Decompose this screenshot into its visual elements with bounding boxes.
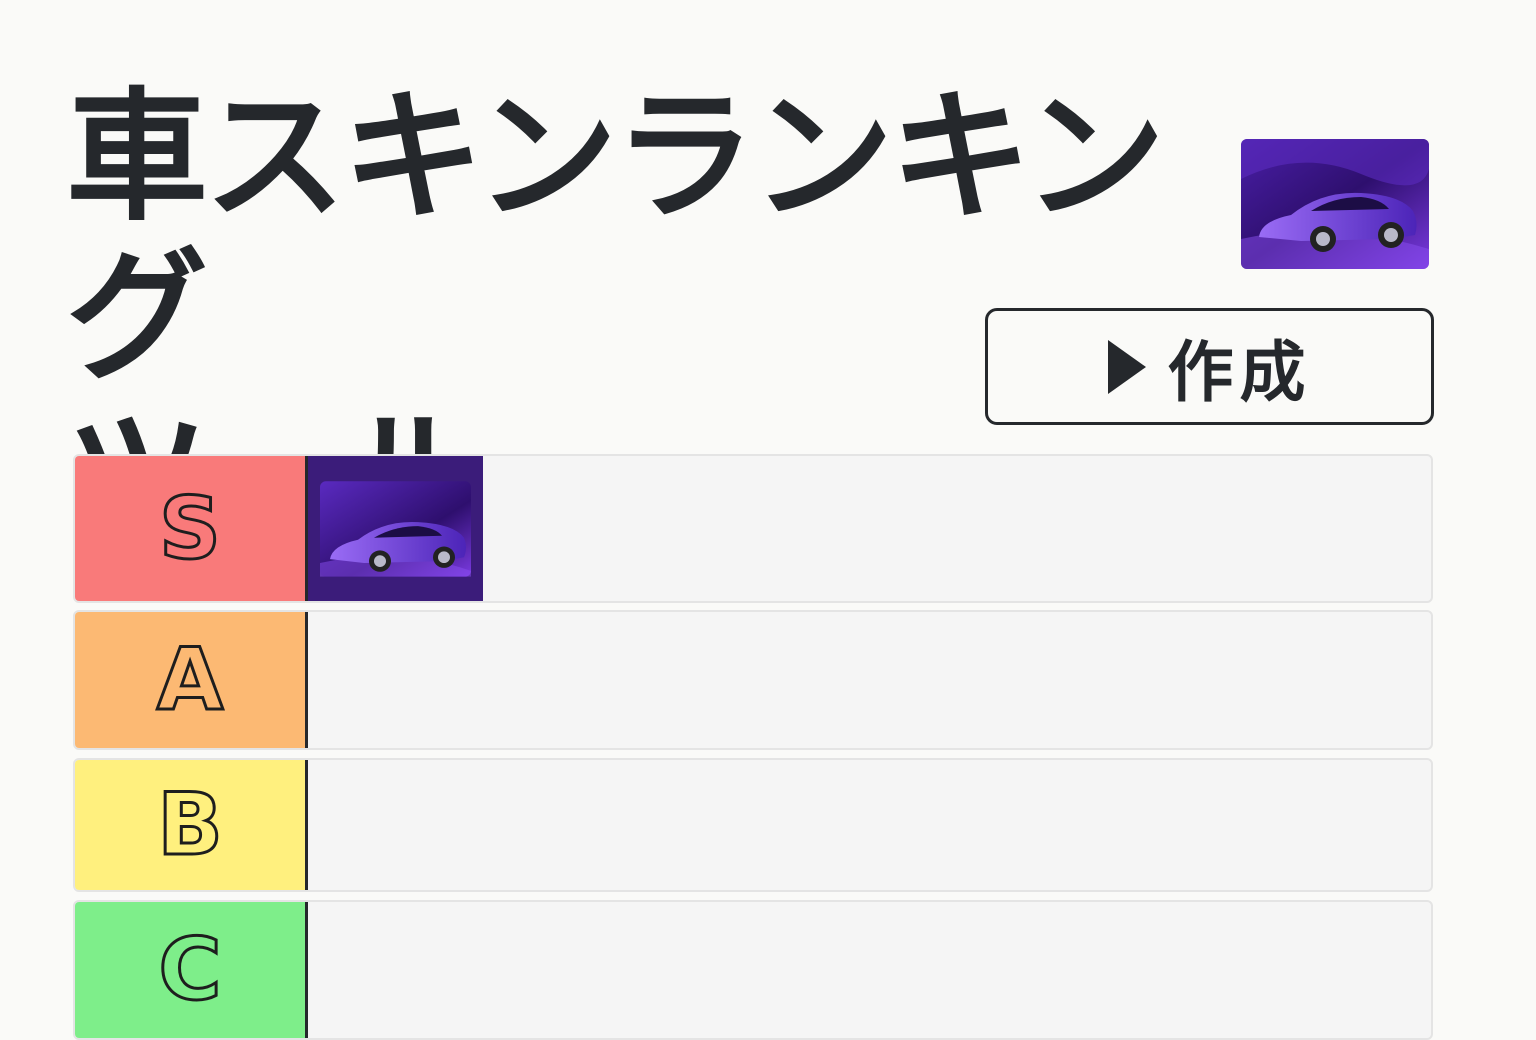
tier-items-s[interactable]	[308, 456, 1431, 601]
tier-label-s[interactable]: S	[75, 456, 308, 601]
tier-row-a: A	[73, 610, 1433, 750]
car-skin-image	[1241, 139, 1429, 269]
tier-items-a[interactable]	[308, 612, 1431, 748]
play-icon	[1107, 339, 1146, 394]
car-skin-item[interactable]	[308, 456, 483, 601]
tier-items-c[interactable]	[308, 902, 1431, 1038]
create-button-label: 作成	[1167, 333, 1312, 411]
tier-row-s: S	[73, 454, 1433, 603]
tier-items-b[interactable]	[308, 760, 1431, 890]
create-button[interactable]: 作成	[985, 308, 1434, 425]
tier-label-b[interactable]: B	[75, 760, 308, 890]
car-skin-image	[308, 456, 483, 601]
tier-row-c: C	[73, 900, 1433, 1040]
tier-row-b: B	[73, 758, 1433, 892]
tier-label-a[interactable]: A	[75, 612, 308, 748]
car-skin-thumbnail[interactable]	[1241, 139, 1429, 269]
tier-label-c[interactable]: C	[75, 902, 308, 1038]
